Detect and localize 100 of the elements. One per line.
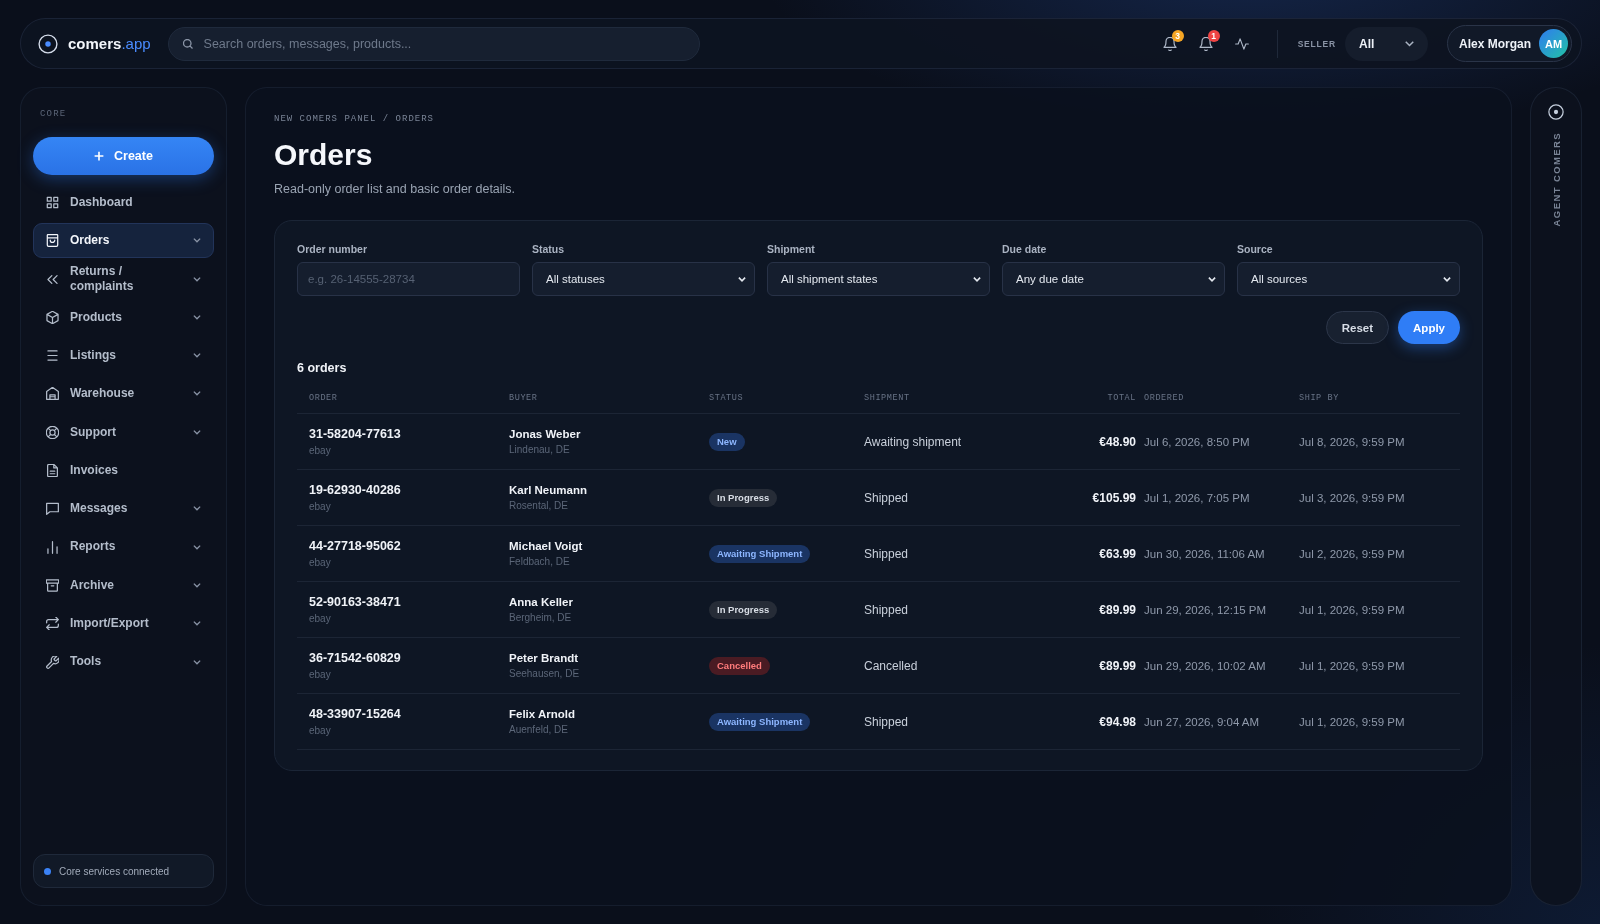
- column-header: ORDER: [308, 393, 339, 403]
- seller-label: SELLER: [1297, 38, 1336, 49]
- ship-by-date: Jul 3, 2026, 9:59 PM: [1299, 491, 1405, 504]
- reset-button[interactable]: Reset: [1325, 311, 1390, 344]
- notifications-button[interactable]: 1: [1192, 29, 1219, 58]
- notification-count: 1: [1207, 29, 1220, 42]
- field-label: Source: [1237, 242, 1273, 256]
- column-header: STATUS: [708, 393, 745, 403]
- chat-bubble-icon: [46, 502, 59, 516]
- ship-by-date: Jul 2, 2026, 9:59 PM: [1299, 547, 1405, 560]
- archive-box-icon: [46, 578, 59, 592]
- buyer-name: Michael Voigt: [509, 540, 583, 552]
- building-icon: [46, 387, 59, 401]
- order-total: €89.99: [1099, 602, 1136, 617]
- order-total: €89.99: [1099, 658, 1136, 673]
- shipment-status: Shipped: [864, 714, 909, 729]
- buyer-location: Seehausen, DE: [509, 668, 580, 679]
- order-source: ebay: [309, 613, 331, 624]
- logo-icon: [38, 33, 58, 54]
- nav-item[interactable]: Tools: [33, 644, 214, 680]
- cube-icon: [46, 310, 59, 324]
- ordered-date: Jun 30, 2026, 11:06 AM: [1144, 547, 1265, 560]
- status-badge: Awaiting Shipment: [709, 544, 811, 563]
- ship-by-date: Jul 1, 2026, 9:59 PM: [1299, 715, 1405, 728]
- ordered-date: Jul 1, 2026, 7:05 PM: [1144, 491, 1250, 504]
- search-field[interactable]: Search orders, messages, products...: [167, 26, 700, 61]
- ordered-date: Jun 27, 2026, 9:04 AM: [1144, 715, 1260, 728]
- bar-chart-icon: [46, 540, 59, 554]
- filter-select[interactable]: All sources: [1237, 262, 1460, 296]
- buyer-location: Lindenau, DE: [509, 444, 570, 455]
- lifebuoy-icon: [46, 425, 59, 439]
- buyer-location: Auenfeld, DE: [509, 724, 568, 735]
- order-number[interactable]: 19-62930-40286: [309, 483, 401, 497]
- shipment-status: Cancelled: [864, 658, 918, 673]
- order-number[interactable]: 31-58204-77613: [309, 427, 401, 441]
- column-header: TOTAL: [1107, 393, 1137, 403]
- nav-item[interactable]: Support: [33, 414, 214, 450]
- nav-item[interactable]: Reports: [33, 529, 214, 565]
- nav-item[interactable]: Invoices: [33, 453, 214, 489]
- pulse-icon: [1234, 36, 1249, 51]
- filter-select[interactable]: All statuses: [532, 262, 755, 296]
- order-source: ebay: [309, 445, 331, 456]
- status-badge: New: [709, 432, 745, 451]
- order-number[interactable]: 36-71542-60829: [309, 651, 401, 665]
- section-label: CORE: [40, 108, 67, 120]
- order-number-field[interactable]: e.g. 26-14555-28734: [297, 262, 520, 296]
- status-badge: Cancelled: [709, 656, 770, 675]
- nav-item[interactable]: Dashboard: [33, 185, 214, 220]
- shipment-status: Awaiting shipment: [864, 434, 962, 449]
- nav-item[interactable]: Import/Export: [33, 606, 214, 642]
- order-number[interactable]: 52-90163-38471: [309, 595, 401, 609]
- status-text: Core services connected: [59, 865, 170, 877]
- nav-item[interactable]: Messages: [33, 491, 214, 527]
- field-label: Status: [532, 242, 565, 256]
- field-label: Shipment: [767, 242, 815, 256]
- nav-item[interactable]: Warehouse: [33, 376, 214, 412]
- filter-select[interactable]: Any due date: [1002, 262, 1225, 296]
- list-icon: [46, 349, 59, 363]
- dot-ring-icon[interactable]: [1548, 104, 1564, 120]
- order-number[interactable]: 44-27718-95062: [309, 539, 401, 553]
- agent-panel-title: AGENT COMERS: [1550, 132, 1562, 227]
- apply-button[interactable]: Apply: [1398, 311, 1460, 344]
- notification-count: 3: [1171, 29, 1184, 42]
- chevron-down-icon: [1443, 276, 1451, 282]
- user-menu-button[interactable]: Alex Morgan AM: [1447, 25, 1572, 62]
- field-label: Order number: [297, 242, 367, 256]
- order-source: ebay: [309, 725, 331, 736]
- nav-item[interactable]: Products: [33, 299, 214, 335]
- order-number[interactable]: 48-33907-15264: [309, 707, 401, 721]
- order-total: €63.99: [1099, 546, 1136, 561]
- nav-item[interactable]: Listings: [33, 338, 214, 374]
- seller-select[interactable]: All: [1345, 26, 1428, 61]
- buyer-name: Felix Arnold: [509, 708, 576, 720]
- chevron-down-icon: [738, 276, 746, 282]
- ordered-date: Jun 29, 2026, 10:02 AM: [1144, 659, 1266, 672]
- column-header: SHIPMENT: [863, 393, 911, 403]
- status-dot-icon: [44, 867, 51, 875]
- ordered-date: Jun 29, 2026, 12:15 PM: [1144, 603, 1267, 616]
- create-button[interactable]: Create: [33, 137, 214, 175]
- nav-item[interactable]: Returns / complaints: [33, 261, 214, 297]
- shipment-status: Shipped: [864, 546, 909, 561]
- double-chevron-icon: [46, 272, 59, 286]
- chevron-down-icon: [1208, 276, 1216, 282]
- nav-item[interactable]: Orders: [33, 223, 214, 259]
- orders-count: 6 orders: [297, 360, 347, 376]
- ordered-date: Jul 6, 2026, 8:50 PM: [1144, 435, 1250, 448]
- order-total: €94.98: [1099, 714, 1136, 729]
- ship-by-date: Jul 1, 2026, 9:59 PM: [1299, 659, 1405, 672]
- page-title: Orders: [274, 137, 373, 173]
- search-icon: [182, 38, 193, 49]
- column-header: ORDERED: [1143, 393, 1185, 403]
- order-source: ebay: [309, 669, 331, 680]
- order-source: ebay: [309, 557, 331, 568]
- avatar: AM: [1539, 29, 1568, 58]
- status-badge: In Progress: [709, 600, 778, 619]
- nav-item[interactable]: Archive: [33, 567, 214, 603]
- chevron-down-icon: [1405, 40, 1414, 47]
- shipment-status: Shipped: [864, 490, 909, 505]
- filter-select[interactable]: All shipment states: [767, 262, 990, 296]
- buyer-name: Peter Brandt: [509, 652, 579, 664]
